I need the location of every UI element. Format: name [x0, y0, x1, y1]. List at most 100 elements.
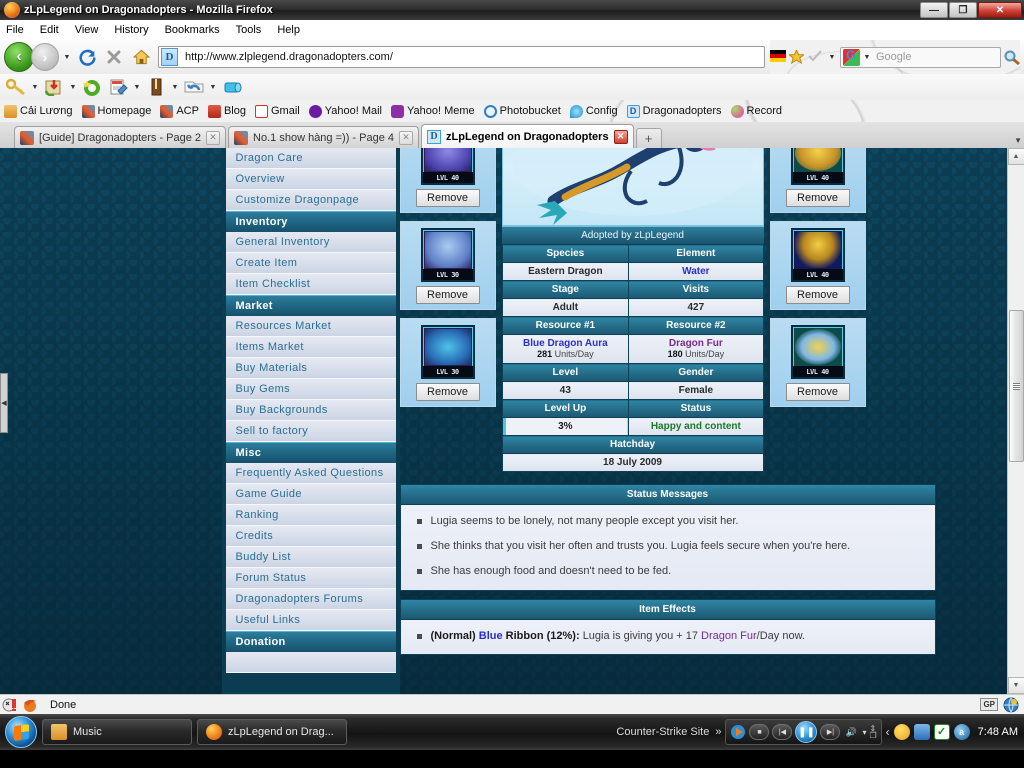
sidebar-item-dragon-care[interactable]: Dragon Care	[225, 148, 396, 169]
gold-bracelet-item[interactable]: LVL 40	[790, 325, 845, 379]
menu-tools[interactable]: Tools	[236, 24, 262, 36]
scroll-down-arrow-icon[interactable]: ▼	[1007, 677, 1024, 694]
key-icon[interactable]	[4, 75, 28, 99]
home-icon[interactable]	[129, 45, 153, 69]
sidebar-item-item-checklist[interactable]: Item Checklist	[225, 274, 396, 295]
avast-icon[interactable]: a	[953, 724, 970, 740]
sidebar-item-ranking[interactable]: Ranking	[225, 505, 396, 526]
sidebar-item-resources-market[interactable]: Resources Market	[225, 316, 396, 337]
globe-icon[interactable]	[1003, 697, 1019, 713]
taskbar-item-music[interactable]: Music	[42, 719, 192, 745]
blue-belt-item[interactable]: LVL 30	[420, 325, 475, 379]
menu-edit[interactable]: Edit	[40, 24, 59, 36]
sidebar-item-sell-to-factory[interactable]: Sell to factory	[225, 421, 396, 442]
gp-badge[interactable]: GP	[980, 698, 998, 711]
page-scrollbar-vertical[interactable]: ▲ ▼	[1007, 148, 1024, 694]
scroll-up-arrow-icon[interactable]: ▲	[1007, 148, 1024, 165]
menu-view[interactable]: View	[75, 24, 99, 36]
smiley-icon[interactable]	[893, 724, 910, 740]
maximize-button[interactable]: ❐	[949, 2, 977, 18]
bookmark-photobucket[interactable]: Photobucket	[483, 104, 561, 118]
media-prev-button[interactable]: |◀	[772, 724, 793, 740]
chevron-down-icon[interactable]: ▼	[862, 54, 872, 61]
chevron-down-icon[interactable]: ▼	[827, 54, 837, 61]
scrollbar-thumb[interactable]	[1008, 310, 1024, 462]
sidebar-item-credits[interactable]: Credits	[225, 526, 396, 547]
chevron-down-icon[interactable]: ▾	[862, 728, 866, 737]
remove-button[interactable]: Remove	[415, 383, 480, 401]
url-text[interactable]: http://www.zlplegend.dragonadopters.com/	[181, 51, 393, 63]
media-volume-button[interactable]: 🔊	[843, 724, 859, 740]
taskbar-item-firefox[interactable]: zLpLegend on Drag...	[197, 719, 347, 745]
star-icon[interactable]	[787, 48, 806, 65]
sidebar-item-useful-links[interactable]: Useful Links	[225, 610, 396, 631]
tray-expand-chevron-icon[interactable]: ‹	[886, 725, 890, 739]
bookmark-yahoo-meme[interactable]: Yahoo! Meme	[391, 104, 475, 118]
sidebar-collapse-handle[interactable]: ◀	[0, 373, 8, 433]
start-button[interactable]	[5, 716, 37, 748]
sidebar-item-placeholder[interactable]	[225, 652, 396, 673]
close-icon[interactable]: ✕	[206, 130, 221, 145]
media-resize-grip-icon[interactable]: ⇕ ❐	[869, 725, 876, 740]
bookmark-homepage[interactable]: Homepage	[81, 104, 151, 118]
download-package-icon[interactable]	[42, 75, 66, 99]
bookmark-icon[interactable]	[144, 75, 168, 99]
chevron-down-icon[interactable]: ▼	[62, 54, 72, 61]
sidebar-item-buy-backgrounds[interactable]: Buy Backgrounds	[225, 400, 396, 421]
close-icon[interactable]: ✕	[399, 130, 413, 145]
sidebar-item-buddy-list[interactable]: Buddy List	[225, 547, 396, 568]
media-stop-button[interactable]: ■	[749, 724, 770, 740]
tab-scroll-chevron-icon[interactable]: ▼	[1014, 136, 1022, 145]
sidebar-item-items-market[interactable]: Items Market	[225, 337, 396, 358]
remove-button[interactable]: Remove	[415, 286, 480, 304]
tube-icon[interactable]	[220, 75, 244, 99]
sidebar-item-general-inventory[interactable]: General Inventory	[225, 232, 396, 253]
menu-help[interactable]: Help	[277, 24, 300, 36]
remove-button[interactable]: Remove	[785, 383, 850, 401]
sidebar-item-faq[interactable]: Frequently Asked Questions	[225, 463, 396, 484]
sidebar-item-game-guide[interactable]: Game Guide	[225, 484, 396, 505]
search-icon[interactable]	[1004, 50, 1020, 66]
bookmark-cai-luong[interactable]: Cải Lương	[4, 104, 73, 118]
firefox-small-icon[interactable]	[22, 697, 38, 713]
german-flag-icon[interactable]	[770, 50, 786, 64]
media-play-pause-button[interactable]: ❚❚	[795, 721, 818, 743]
bookmark-config[interactable]: Config	[569, 104, 618, 118]
tab-zlplegend-dragonadopters[interactable]: D zLpLegend on Dragonadopters ✕	[421, 124, 634, 148]
sidebar-item-customize-dragonpage[interactable]: Customize Dragonpage	[225, 190, 396, 211]
forward-arrow-icon[interactable]: ›	[31, 43, 59, 71]
bookmark-yahoo-mail[interactable]: Yahoo! Mail	[308, 104, 382, 118]
chevron-down-icon[interactable]: ▼	[30, 84, 40, 91]
chevron-down-icon[interactable]: ▼	[170, 84, 180, 91]
chevron-right-icon[interactable]: »	[715, 726, 721, 738]
stop-icon[interactable]	[102, 45, 126, 69]
bookmark-acp[interactable]: ACP	[160, 104, 199, 118]
remove-button[interactable]: Remove	[785, 189, 850, 207]
deskband-counter-strike[interactable]: Counter-Strike Site »	[616, 726, 721, 738]
media-app-icon[interactable]	[730, 724, 746, 740]
bookmark-record[interactable]: Record	[730, 104, 782, 118]
back-arrow-icon[interactable]: ‹	[4, 42, 34, 72]
notes-icon[interactable]	[106, 75, 130, 99]
media-next-button[interactable]: ▶|	[820, 724, 841, 740]
menu-file[interactable]: File	[6, 24, 24, 36]
gold-ring-item[interactable]: LVL 40	[790, 148, 845, 185]
close-icon[interactable]: ✕	[613, 129, 628, 144]
sidebar-item-dragonadopters-forums[interactable]: Dragonadopters Forums	[225, 589, 396, 610]
tab-guide-dragonadopters[interactable]: [Guide] Dragonadopters - Page 2 ✕	[14, 126, 227, 148]
gold-necklace-item[interactable]: LVL 40	[790, 228, 845, 282]
network-icon[interactable]	[913, 724, 930, 740]
checkmark-icon[interactable]: ✓	[933, 724, 950, 740]
minimize-button[interactable]: —	[920, 2, 948, 18]
system-clock[interactable]: 7:48 AM	[978, 726, 1018, 738]
magic-ring-icon[interactable]	[80, 75, 104, 99]
chevron-down-icon[interactable]: ▼	[208, 84, 218, 91]
sidebar-item-create-item[interactable]: Create Item	[225, 253, 396, 274]
remove-button[interactable]: Remove	[415, 189, 480, 207]
tab-show-hang[interactable]: No.1 show hàng =)) - Page 4 ✕	[228, 126, 419, 148]
reload-icon[interactable]	[75, 45, 99, 69]
close-button[interactable]: ✕	[978, 2, 1022, 18]
sidebar-item-buy-gems[interactable]: Buy Gems	[225, 379, 396, 400]
url-bar[interactable]: D http://www.zlplegend.dragonadopters.co…	[158, 46, 765, 68]
menu-bookmarks[interactable]: Bookmarks	[165, 24, 220, 36]
